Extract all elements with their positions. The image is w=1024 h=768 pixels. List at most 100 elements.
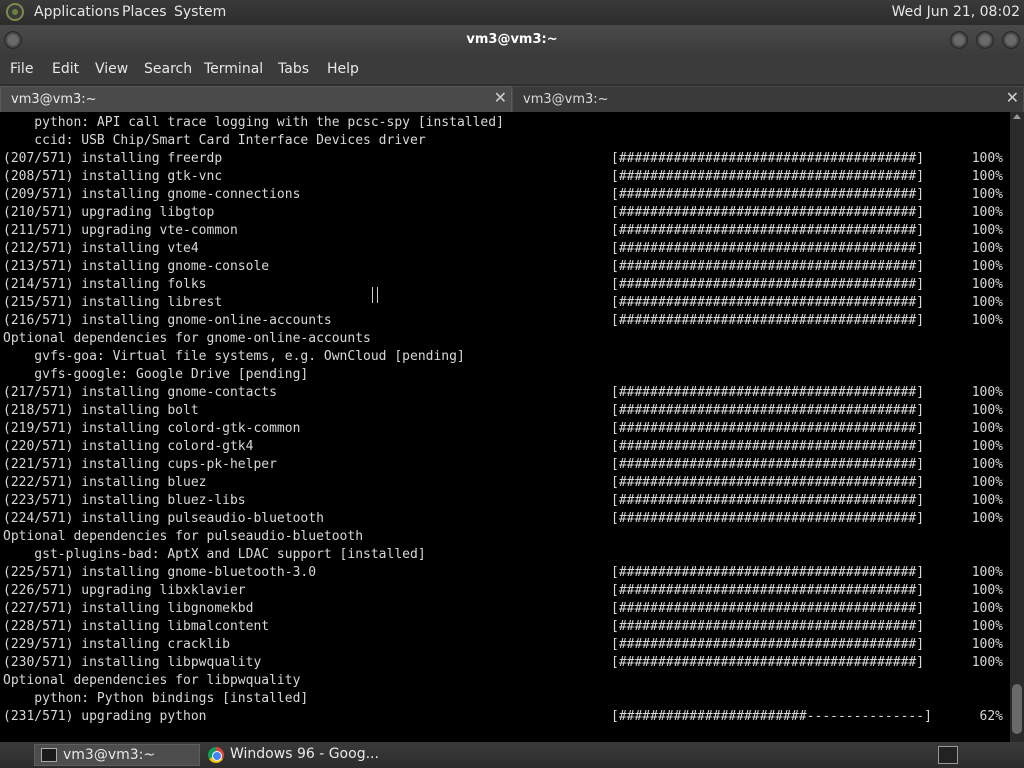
progress-percent: 100% [971,187,1003,202]
menubar: File Edit View Search Terminal Tabs Help [0,56,1024,84]
terminal-line: (227/571) installing libgnomekbd [3,601,254,616]
terminal-line: (210/571) upgrading libgtop [3,205,215,220]
menu-file[interactable]: File [10,61,33,77]
progress-bar-text: [######################################] [611,385,925,400]
progress-bar-text: [######################################] [611,241,925,256]
progress-bar-text: [######################################] [611,601,925,616]
tab-label: vm3@vm3:~ [523,92,609,107]
scroll-up-icon[interactable] [1013,114,1021,119]
terminal-line: (226/571) upgrading libxklavier [3,583,246,598]
top-panel: Applications Places System Wed Jun 21, 0… [0,0,1024,25]
minimize-button[interactable] [950,31,968,49]
terminal-line: (211/571) upgrading vte-common [3,223,238,238]
taskbar-item-chrome[interactable]: Windows 96 - Goog... [202,744,382,766]
terminal-line: (223/571) installing bluez-libs [3,493,246,508]
progress-percent: 62% [971,709,1004,724]
menu-tabs[interactable]: Tabs [278,61,309,77]
progress-bar-text: [######################################] [611,169,925,184]
terminal-line: (209/571) installing gnome-connections [3,187,301,202]
progress-bar-text: [######################################] [611,565,925,580]
menu-help[interactable]: Help [327,61,359,77]
progress-percent: 100% [971,619,1003,634]
progress-percent: 100% [971,277,1003,292]
terminal-line: (208/571) installing gtk-vnc [3,169,223,184]
progress-percent: 100% [971,655,1003,670]
terminal-line: gvfs-google: Google Drive [pending] [3,367,309,382]
terminal-line: gvfs-goa: Virtual file systems, e.g. Own… [3,349,465,364]
applications-menu[interactable]: Applications [34,4,120,20]
terminal-scrollbar[interactable] [1010,112,1024,742]
maximize-button[interactable] [976,31,994,49]
progress-percent: 100% [971,421,1003,436]
progress-bar-text: [######################################] [611,493,925,508]
progress-bar-text: [######################################] [611,583,925,598]
progress-percent: 100% [971,205,1003,220]
progress-percent: 100% [971,493,1003,508]
close-button[interactable] [1002,31,1020,49]
taskbar-item-label: vm3@vm3:~ [63,747,156,763]
progress-percent: 100% [971,475,1003,490]
terminal-line: Optional dependencies for pulseaudio-blu… [3,529,364,544]
terminal-line: (216/571) installing gnome-online-accoun… [3,313,332,328]
progress-bar-text: [######################################] [611,457,925,472]
progress-bar-text: [######################################] [611,223,925,238]
progress-percent: 100% [971,637,1003,652]
tab-1[interactable]: vm3@vm3:~ ✕ [0,86,512,112]
progress-bar-text: [######################################] [611,403,925,418]
progress-percent: 100% [971,385,1003,400]
terminal-line: (228/571) installing libmalcontent [3,619,270,634]
scrollbar-thumb[interactable] [1012,684,1022,734]
terminal-line: (213/571) installing gnome-console [3,259,270,274]
menu-view[interactable]: View [95,61,128,77]
progress-percent: 100% [971,439,1003,454]
distro-logo-icon[interactable] [6,3,24,21]
progress-percent: 100% [971,601,1003,616]
progress-percent: 100% [971,295,1003,310]
taskbar-item-terminal[interactable]: vm3@vm3:~ [34,744,200,766]
chrome-icon [208,747,224,763]
menu-search[interactable]: Search [144,61,192,77]
show-desktop-icon[interactable] [938,746,958,764]
terminal-line: (214/571) installing folks [3,277,207,292]
menu-edit[interactable]: Edit [52,61,79,77]
progress-bar-text: [########################---------------… [611,709,932,724]
progress-bar-text: [######################################] [611,205,925,220]
terminal-output[interactable]: python: API call trace logging with the … [0,112,1010,742]
terminal-line: (220/571) installing colord-gtk4 [3,439,254,454]
terminal-line: (207/571) installing freerdp [3,151,223,166]
progress-percent: 100% [971,313,1003,328]
progress-bar-text: [######################################] [611,187,925,202]
progress-percent: 100% [971,223,1003,238]
progress-percent: 100% [971,169,1003,184]
terminal-line: ccid: USB Chip/Smart Card Interface Devi… [3,133,426,148]
progress-bar-text: [######################################] [611,151,925,166]
terminal-icon [41,748,57,762]
terminal-line: python: API call trace logging with the … [3,115,504,130]
terminal-line: (222/571) installing bluez [3,475,207,490]
terminal-line: (221/571) installing cups-pk-helper [3,457,277,472]
close-tab-icon[interactable]: ✕ [1006,90,1019,106]
system-menu[interactable]: System [174,4,226,20]
bottom-panel: vm3@vm3:~ Windows 96 - Goog... [0,742,1024,768]
menu-terminal[interactable]: Terminal [204,61,263,77]
close-tab-icon[interactable]: ✕ [494,90,507,106]
progress-bar-text: [######################################] [611,655,925,670]
progress-percent: 100% [971,457,1003,472]
terminal-line: (229/571) installing cracklib [3,637,230,652]
tab-2[interactable]: vm3@vm3:~ ✕ [512,86,1024,112]
progress-percent: 100% [971,151,1003,166]
terminal-line: Optional dependencies for libpwquality [3,673,301,688]
progress-percent: 100% [971,403,1003,418]
terminal-line: (219/571) installing colord-gtk-common [3,421,301,436]
progress-percent: 100% [971,511,1003,526]
tab-label: vm3@vm3:~ [11,92,97,107]
places-menu[interactable]: Places [122,4,167,20]
terminal-line: (215/571) installing librest [3,295,223,310]
terminal-line: (218/571) installing bolt [3,403,199,418]
terminal-line: Optional dependencies for gnome-online-a… [3,331,371,346]
terminal-line: (231/571) upgrading python [3,709,207,724]
progress-percent: 100% [971,583,1003,598]
progress-bar-text: [######################################] [611,511,925,526]
clock[interactable]: Wed Jun 21, 08:02 [892,4,1020,20]
window-titlebar[interactable]: vm3@vm3:~ [0,25,1024,56]
